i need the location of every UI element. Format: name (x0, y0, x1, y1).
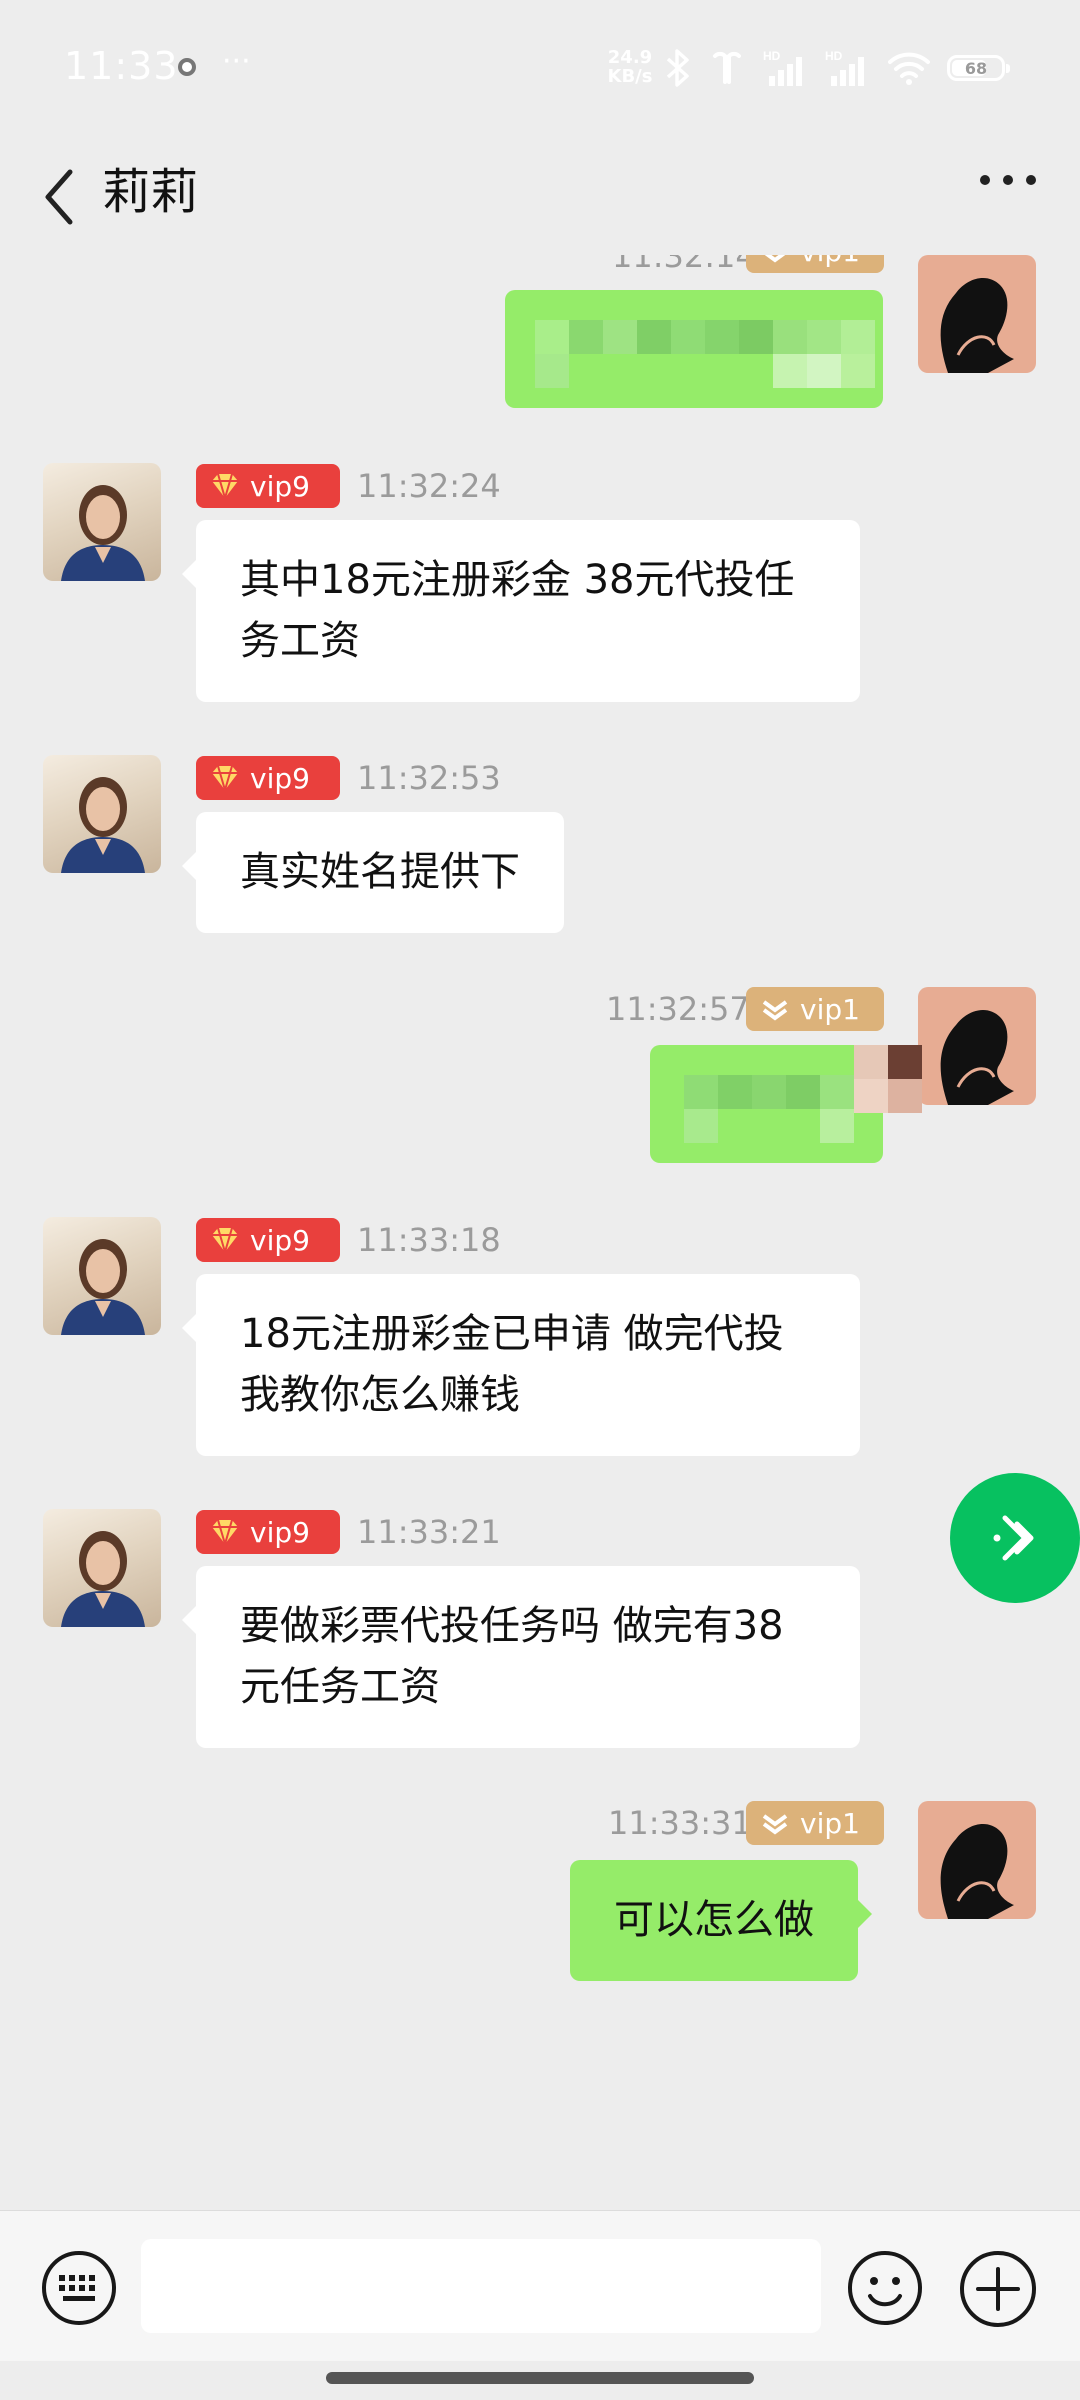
vip-badge-label: vip1 (800, 1806, 860, 1840)
scroll-down-float-button[interactable] (950, 1473, 1080, 1603)
vip-badge: vip1 (746, 987, 884, 1031)
earbuds-icon (713, 51, 741, 84)
message-list[interactable]: 11:32:14 vip1 (0, 255, 1080, 2210)
wifi-icon (888, 52, 930, 85)
notification-dot-icon (178, 58, 196, 76)
battery-level: 68 (964, 58, 988, 78)
bluetooth-icon (666, 49, 689, 87)
contact-avatar[interactable] (43, 1217, 161, 1335)
pixelated-message-bubble[interactable] (650, 1045, 922, 1163)
vip-gem-icon (212, 473, 238, 501)
vip-badge: vip1 (746, 255, 884, 273)
status-bar: 11:33 ··· 24.9 KB/s HD HD 68 (0, 0, 1080, 140)
pixelated-message-bubble[interactable] (505, 290, 883, 408)
portrait-avatar-icon (61, 1531, 145, 1627)
my-avatar[interactable] (918, 987, 1036, 1105)
home-indicator[interactable] (326, 2372, 754, 2384)
silhouette-avatar-icon (940, 278, 1014, 373)
battery-icon: 68 (947, 55, 1010, 81)
vip-badge-label: vip9 (250, 761, 310, 795)
contact-avatar[interactable] (43, 755, 161, 873)
outgoing-message-bubble[interactable]: 可以怎么做 (570, 1860, 872, 1981)
message-timestamp: 11:33:21 (357, 1513, 501, 1551)
vip-gem-icon (212, 1227, 238, 1255)
vip-chevron-icon (764, 255, 786, 263)
my-avatar[interactable] (918, 1801, 1036, 1919)
my-avatar[interactable] (918, 255, 1036, 373)
contact-avatar[interactable] (43, 1509, 161, 1627)
svg-text:HD: HD (825, 49, 843, 63)
plus-icon[interactable] (958, 2249, 1038, 2329)
portrait-avatar-icon (61, 777, 145, 873)
vip-badge: vip9 (196, 756, 340, 800)
silhouette-avatar-icon (940, 1824, 1014, 1919)
vip-badge: vip9 (196, 464, 340, 508)
vip-chevron-icon (762, 1814, 788, 1835)
contact-name-title: 莉莉 (102, 164, 199, 220)
network-speed-unit: KB/s (607, 66, 653, 87)
message-timestamp: 11:32:57 (606, 990, 750, 1028)
network-speed-value: 24.9 (607, 47, 653, 68)
vip-badge: vip9 (196, 1510, 340, 1554)
vip-badge: vip9 (196, 1218, 340, 1262)
portrait-avatar-icon (61, 485, 145, 581)
vip-badge-label: vip9 (250, 1515, 310, 1549)
signal-hd-icon-2: HD (825, 49, 864, 86)
portrait-avatar-icon (61, 1239, 145, 1335)
keyboard-icon[interactable] (40, 2249, 118, 2327)
more-dots-icon[interactable] (980, 168, 1036, 192)
double-chevron-right-icon (993, 1515, 1034, 1561)
vip-chevron-icon (762, 1000, 788, 1021)
status-icons: HD HD 68 (665, 46, 1010, 90)
status-time: 11:33 (64, 44, 179, 88)
message-timestamp: 11:32:14 (612, 255, 756, 275)
back-chevron-icon[interactable] (38, 164, 82, 230)
incoming-message-bubble[interactable]: 其中18元注册彩金 38元代投任务工资 (182, 520, 860, 702)
message-timestamp: 11:33:18 (357, 1221, 501, 1259)
status-more-icon: ··· (222, 44, 251, 79)
message-timestamp: 11:32:24 (357, 467, 501, 505)
vip-badge-label: vip1 (800, 255, 860, 268)
signal-hd-icon: HD (763, 49, 802, 86)
message-timestamp: 11:33:31 (608, 1804, 752, 1842)
vip-badge-label: vip9 (250, 1223, 310, 1257)
vip-gem-icon (212, 1519, 238, 1547)
vip-badge-label: vip9 (250, 469, 310, 503)
incoming-message-bubble[interactable]: 要做彩票代投任务吗 做完有38元任务工资 (182, 1566, 860, 1748)
message-text-input[interactable] (141, 2239, 821, 2333)
chat-screen: 11:33 ··· 24.9 KB/s HD HD 68 莉莉 11:32:14… (0, 0, 1080, 2400)
network-speed: 24.9 KB/s (604, 48, 656, 86)
emoji-icon[interactable] (846, 2249, 924, 2327)
vip-gem-icon (212, 765, 238, 793)
message-input-bar (0, 2210, 1080, 2361)
contact-avatar[interactable] (43, 463, 161, 581)
incoming-message-bubble[interactable]: 真实姓名提供下 (182, 812, 564, 933)
silhouette-avatar-icon (940, 1010, 1014, 1105)
vip-badge: vip1 (746, 1801, 884, 1845)
svg-text:HD: HD (763, 49, 781, 63)
message-timestamp: 11:32:53 (357, 759, 501, 797)
vip-badge-label: vip1 (800, 992, 860, 1026)
incoming-message-bubble[interactable]: 18元注册彩金已申请 做完代投我教你怎么赚钱 (182, 1274, 860, 1456)
